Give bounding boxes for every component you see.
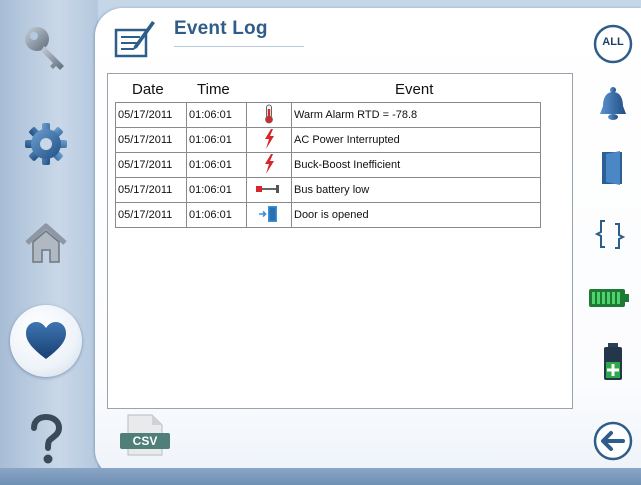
row-time: 01:06:01	[186, 102, 247, 128]
row-event: AC Power Interrupted	[291, 127, 541, 153]
notepad-pen-icon	[114, 21, 155, 58]
row-time: 01:06:01	[186, 152, 247, 178]
filter-alarms-button[interactable]	[591, 82, 635, 126]
column-header-event: Event	[395, 81, 434, 98]
row-event: Warm Alarm RTD = -78.8	[291, 102, 541, 128]
row-event: Door is opened	[291, 202, 541, 228]
favorites-button[interactable]	[10, 305, 82, 377]
csv-export-button[interactable]: CSV	[118, 413, 170, 457]
key-button[interactable]	[14, 16, 78, 80]
door-icon	[602, 151, 622, 185]
door-arrow-icon	[259, 205, 277, 222]
question-icon	[31, 414, 63, 464]
row-event: Bus battery low	[291, 177, 541, 203]
battery-plug-icon	[256, 184, 279, 193]
battery-level-icon	[589, 289, 629, 307]
row-time: 01:06:01	[186, 177, 247, 203]
lightning-icon	[265, 128, 274, 149]
column-header-time: Time	[197, 81, 230, 98]
key-icon	[25, 27, 64, 70]
table-row[interactable]: 05/17/2011 01:06:01 Bus battery low	[115, 177, 541, 203]
lightning-icon	[265, 153, 274, 174]
filter-charging-button[interactable]	[591, 340, 635, 384]
filter-code-button[interactable]	[591, 212, 635, 256]
back-arrow-icon	[593, 421, 633, 461]
filter-battery-button[interactable]	[587, 276, 631, 320]
bottom-bar	[0, 468, 641, 485]
braces-icon	[595, 220, 626, 249]
all-badge-label: ALL	[602, 36, 624, 48]
csv-label: CSV	[132, 434, 158, 448]
thermometer-icon	[265, 104, 273, 123]
title-divider	[174, 46, 304, 47]
home-icon	[25, 223, 67, 263]
column-header-date: Date	[132, 81, 164, 98]
row-date: 05/17/2011	[115, 152, 187, 178]
help-button[interactable]	[14, 408, 78, 472]
table-row[interactable]: 05/17/2011 01:06:01 Buck-Boost Inefficie…	[115, 152, 541, 178]
back-button[interactable]	[591, 419, 635, 463]
table-row[interactable]: 05/17/2011 01:06:01 AC Power Interrupted	[115, 127, 541, 153]
row-date: 05/17/2011	[115, 127, 187, 153]
home-button[interactable]	[14, 212, 78, 276]
row-date: 05/17/2011	[115, 102, 187, 128]
row-event: Buck-Boost Inefficient	[291, 152, 541, 178]
table-row[interactable]: 05/17/2011 01:06:01 Warm Alarm RTD = -78…	[115, 102, 541, 128]
row-time: 01:06:01	[186, 202, 247, 228]
page-title: Event Log	[174, 18, 268, 39]
battery-plus-icon	[604, 343, 622, 380]
row-date: 05/17/2011	[115, 202, 187, 228]
row-date: 05/17/2011	[115, 177, 187, 203]
table-row[interactable]: 05/17/2011 01:06:01 Door is opened	[115, 202, 541, 228]
row-time: 01:06:01	[186, 127, 247, 153]
heart-icon	[26, 322, 66, 359]
bell-icon	[600, 87, 626, 120]
settings-button[interactable]	[14, 112, 78, 176]
event-log-table: 05/17/2011 01:06:01 Warm Alarm RTD = -78…	[115, 102, 541, 228]
filter-all-button[interactable]: ALL	[591, 22, 635, 66]
gear-icon	[25, 123, 67, 165]
filter-door-button[interactable]	[591, 146, 635, 190]
